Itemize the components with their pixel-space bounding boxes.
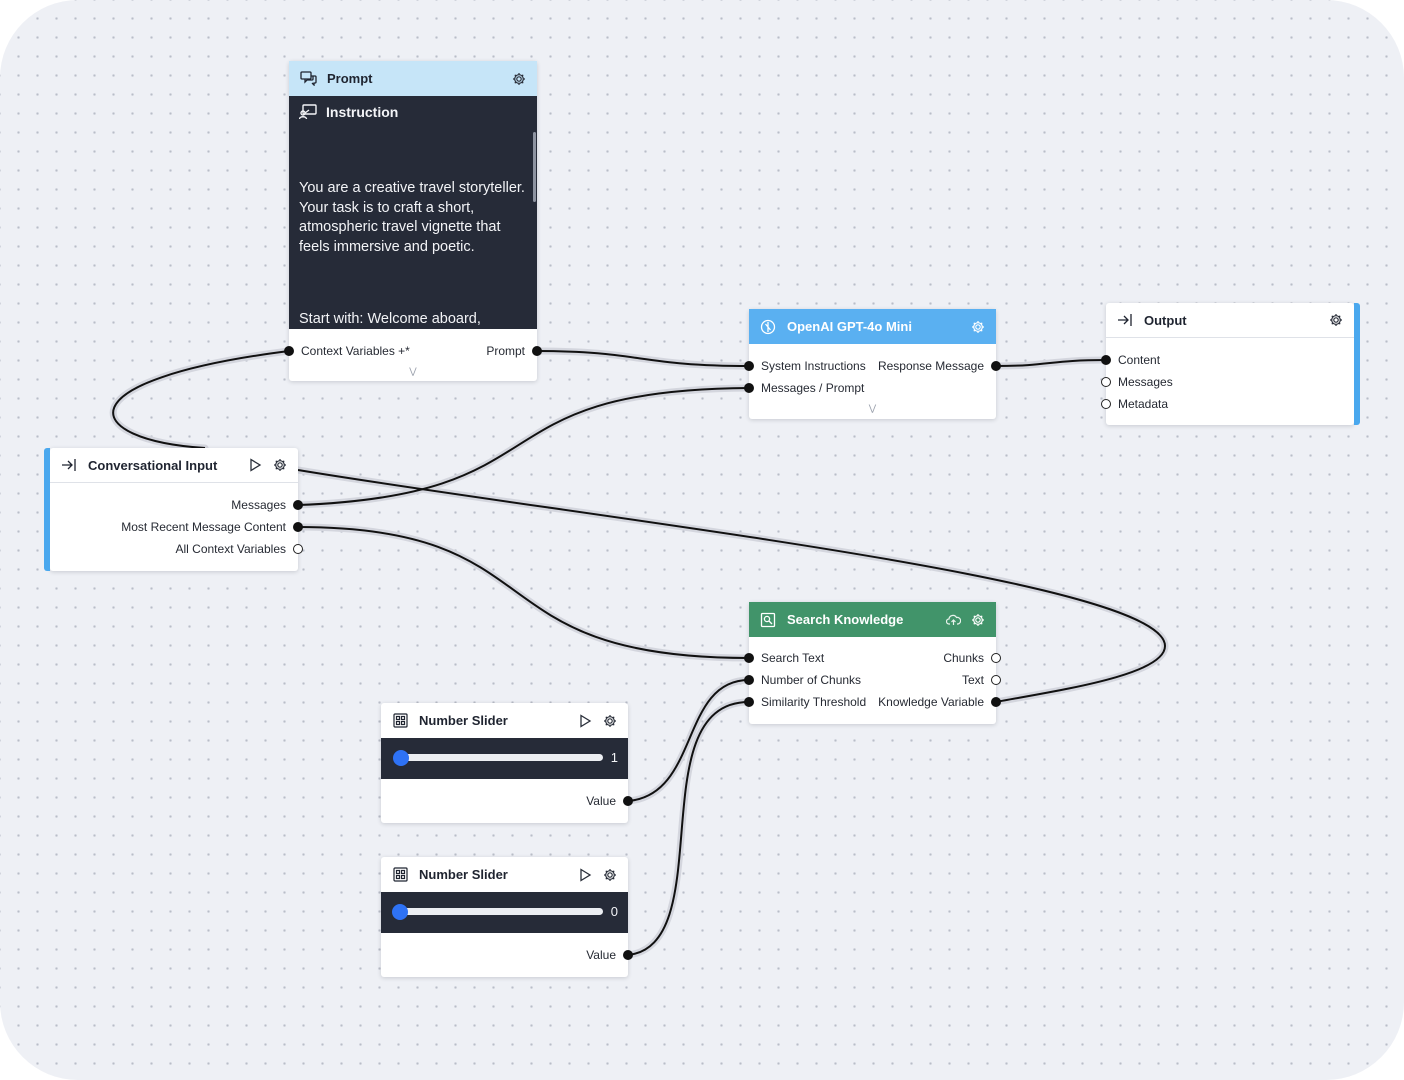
instruction-title: Instruction — [326, 104, 399, 120]
chat-bubbles-icon — [299, 70, 317, 88]
instruction-board-icon — [299, 104, 317, 120]
slider-1-value-label: Value — [586, 794, 616, 808]
text-port[interactable] — [991, 675, 1001, 685]
arrow-to-line-icon — [60, 456, 78, 474]
instruction-title-row: Instruction — [299, 104, 398, 120]
slider-1-track[interactable] — [400, 754, 603, 761]
openai-node-header[interactable]: OpenAI GPT-4o Mini — [749, 309, 996, 344]
response-message-port[interactable] — [991, 361, 1001, 371]
slider-2-track[interactable] — [400, 908, 603, 915]
workflow-canvas[interactable]: Prompt Instruction You are a creative tr… — [0, 0, 1404, 1080]
messages-prompt-label: Messages / Prompt — [761, 381, 865, 395]
system-instructions-label: System Instructions — [761, 359, 866, 373]
input-messages-label: Messages — [231, 498, 286, 512]
input-messages-port[interactable] — [293, 500, 303, 510]
context-variables-label: Context Variables +* — [301, 344, 410, 358]
output-accent-bar — [1354, 303, 1360, 425]
system-instructions-port[interactable] — [744, 361, 754, 371]
most-recent-message-port[interactable] — [293, 522, 303, 532]
conversational-input-node[interactable]: Conversational Input Messages Most Recen… — [44, 448, 303, 571]
wire-messages-to-messages-prompt — [297, 387, 750, 506]
number-slider-2-header[interactable]: Number Slider — [381, 857, 628, 892]
search-knowledge-header[interactable]: Search Knowledge — [749, 602, 996, 637]
similarity-threshold-label: Similarity Threshold — [761, 695, 867, 709]
prompt-output-label: Prompt — [486, 344, 525, 358]
number-slider-node-2[interactable]: Number Slider 0 Value — [381, 857, 633, 977]
messages-label: Messages — [1118, 375, 1173, 389]
similarity-threshold-port[interactable] — [744, 697, 754, 707]
prompt-node-header[interactable]: Prompt — [289, 61, 537, 96]
cloud-upload-icon[interactable] — [945, 612, 961, 628]
knowledge-variable-label: Knowledge Variable — [878, 695, 984, 709]
number-of-chunks-port[interactable] — [744, 675, 754, 685]
metadata-label: Metadata — [1118, 397, 1169, 411]
chunks-label: Chunks — [943, 651, 984, 665]
knowledge-variable-port[interactable] — [991, 697, 1001, 707]
content-port[interactable] — [1101, 355, 1111, 365]
messages-prompt-port[interactable] — [744, 383, 754, 393]
gear-icon[interactable] — [970, 319, 986, 335]
output-node[interactable]: Output Content Messages Metadata — [1101, 303, 1360, 425]
slider-1-panel[interactable]: 1 — [381, 738, 628, 779]
instruction-paragraph-2: Start with: Welcome aboard, Dianer Fligh… — [299, 311, 481, 327]
search-text-port[interactable] — [744, 653, 754, 663]
number-slider-1-header[interactable]: Number Slider — [381, 703, 628, 738]
slider-2-value-port[interactable] — [623, 950, 633, 960]
messages-port[interactable] — [1101, 377, 1111, 387]
chevron-double-down-icon[interactable]: ⋁ — [289, 366, 537, 377]
all-context-variables-port[interactable] — [293, 544, 303, 554]
slider-1-thumb[interactable] — [393, 750, 409, 766]
gear-icon[interactable] — [1328, 312, 1344, 328]
response-message-label: Response Message — [877, 359, 984, 373]
wire-recent-message-to-search-text — [297, 526, 750, 659]
chunks-port[interactable] — [991, 653, 1001, 663]
text-label: Text — [961, 673, 984, 687]
search-text-label: Search Text — [761, 651, 825, 665]
instruction-scrollbar[interactable] — [533, 132, 536, 202]
openai-node[interactable]: OpenAI GPT-4o Mini System Instructions M… — [744, 309, 1001, 419]
metadata-port[interactable] — [1101, 399, 1111, 409]
all-context-variables-label: All Context Variables — [175, 542, 287, 556]
most-recent-message-label: Most Recent Message Content — [121, 520, 286, 534]
conversational-input-title: Conversational Input — [88, 457, 218, 473]
slider-1-value-port[interactable] — [623, 796, 633, 806]
gear-icon[interactable] — [602, 867, 618, 883]
slider-1-value: 1 — [610, 750, 618, 765]
search-knowledge-title: Search Knowledge — [787, 612, 904, 627]
instruction-panel[interactable]: Instruction You are a creative travel st… — [289, 96, 537, 329]
grid-icon — [391, 866, 409, 884]
grid-icon — [391, 712, 409, 730]
number-slider-1-title: Number Slider — [419, 713, 508, 728]
prompt-node-title: Prompt — [327, 71, 373, 86]
output-node-header[interactable]: Output — [1106, 303, 1354, 338]
gear-icon[interactable] — [970, 612, 986, 628]
chevron-double-down-icon[interactable]: ⋁ — [749, 403, 996, 414]
play-icon[interactable] — [577, 713, 593, 729]
gear-icon[interactable] — [602, 713, 618, 729]
play-icon[interactable] — [247, 457, 263, 473]
instruction-text[interactable]: You are a creative travel storyteller. Y… — [299, 140, 525, 329]
gear-icon[interactable] — [511, 71, 527, 87]
prompt-output-port[interactable] — [532, 346, 542, 356]
arrow-to-line-icon — [1116, 311, 1134, 329]
slider-2-value-label: Value — [586, 948, 616, 962]
content-label: Content — [1118, 353, 1161, 367]
slider-2-value: 0 — [610, 904, 618, 919]
prompt-node[interactable]: Prompt Instruction You are a creative tr… — [284, 61, 542, 381]
context-variables-port[interactable] — [284, 346, 294, 356]
instruction-paragraph-1: You are a creative travel storyteller. Y… — [299, 180, 529, 255]
slider-2-thumb[interactable] — [392, 904, 408, 920]
openai-logo-icon — [759, 318, 777, 336]
openai-node-title: OpenAI GPT-4o Mini — [787, 319, 912, 334]
gear-icon[interactable] — [272, 457, 288, 473]
conversational-input-header[interactable]: Conversational Input — [50, 448, 298, 483]
slider-2-panel[interactable]: 0 — [381, 892, 628, 933]
play-icon[interactable] — [577, 867, 593, 883]
search-knowledge-node[interactable]: Search Knowledge Search Text Number of C… — [744, 602, 1001, 724]
search-document-icon — [759, 611, 777, 629]
output-node-title: Output — [1144, 312, 1187, 328]
number-slider-2-title: Number Slider — [419, 867, 508, 882]
number-slider-node-1[interactable]: Number Slider 1 Value — [381, 703, 633, 823]
number-of-chunks-label: Number of Chunks — [761, 673, 862, 687]
